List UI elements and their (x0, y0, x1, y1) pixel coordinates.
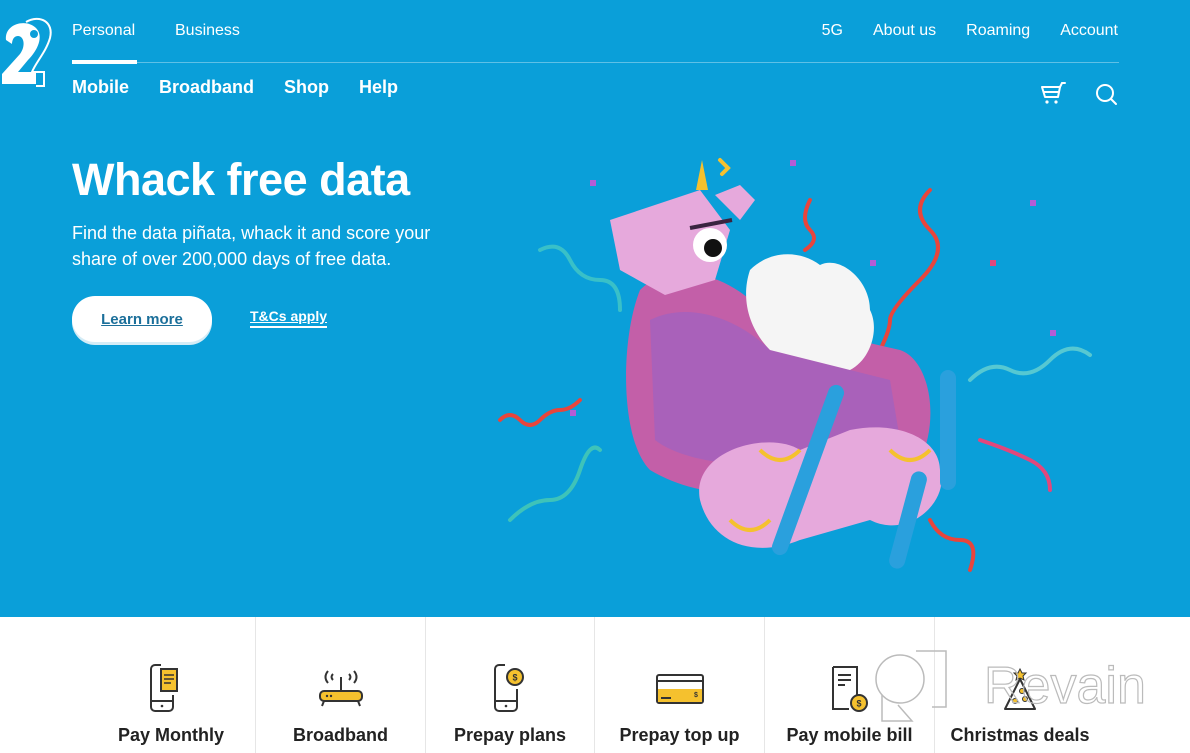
segment-personal[interactable]: Personal (72, 22, 142, 40)
terms-link[interactable]: T&Cs apply (250, 308, 328, 328)
quick-link-label: Prepay plans (453, 725, 567, 745)
nav-item-shop[interactable]: Shop (284, 77, 329, 98)
quick-link-label: Pay mobile bill (786, 725, 913, 745)
hero-subtitle: Find the data piñata, whack it and score… (72, 223, 431, 269)
card-icon: $ (655, 674, 704, 704)
pinata-llama-image (498, 158, 1092, 572)
quick-link-pay-mobile-bill[interactable]: $ Pay mobile bill (765, 617, 935, 753)
hero-title: Whack free data (72, 154, 410, 205)
phone-coin-icon: $ (494, 664, 524, 712)
svg-text:$: $ (856, 699, 861, 709)
quick-link-label: Prepay top up (619, 725, 740, 745)
nav-item-broadband[interactable]: Broadband (159, 77, 254, 98)
learn-more-button[interactable]: Learn more (72, 296, 212, 342)
quick-link-christmas-deals[interactable]: Christmas deals (935, 617, 1190, 753)
util-link-account[interactable]: Account (1060, 22, 1118, 40)
quick-link-prepay-plans[interactable]: $ Prepay plans (426, 617, 595, 753)
segment-business[interactable]: Business (175, 22, 255, 40)
hero-banner: Personal Business 5G About us Roaming Ac… (0, 0, 1190, 617)
quick-link-prepay-top-up[interactable]: $ Prepay top up (595, 617, 765, 753)
christmas-tree-icon (1004, 667, 1036, 710)
nav-item-mobile[interactable]: Mobile (72, 77, 129, 98)
quick-link-broadband[interactable]: Broadband (256, 617, 426, 753)
main-nav: Mobile Broadband Shop Help (72, 77, 398, 98)
router-icon (318, 670, 363, 707)
svg-text:$: $ (694, 692, 698, 699)
quick-link-pay-monthly[interactable]: Pay Monthly (0, 617, 256, 753)
brand-logo[interactable] (0, 14, 54, 90)
phone-document-icon (150, 664, 178, 712)
nav-divider (72, 62, 1119, 63)
util-link-roaming[interactable]: Roaming (966, 22, 1030, 40)
util-link-about-us[interactable]: About us (873, 22, 936, 40)
quick-link-label: Pay Monthly (117, 725, 224, 745)
search-icon[interactable] (1094, 82, 1118, 106)
quick-link-label: Christmas deals (950, 725, 1090, 745)
quick-link-label: Broadband (292, 725, 388, 745)
cart-icon[interactable] (1040, 82, 1066, 106)
utility-nav: 5G About us Roaming Account (822, 22, 1118, 40)
svg-text:$: $ (512, 673, 517, 683)
util-link-5g[interactable]: 5G (822, 22, 843, 40)
active-segment-indicator (72, 60, 137, 64)
quick-links: Pay Monthly Broadband $ Prepay plans $ P… (0, 617, 1190, 753)
nav-item-help[interactable]: Help (359, 77, 398, 98)
bill-coin-icon: $ (831, 666, 868, 712)
